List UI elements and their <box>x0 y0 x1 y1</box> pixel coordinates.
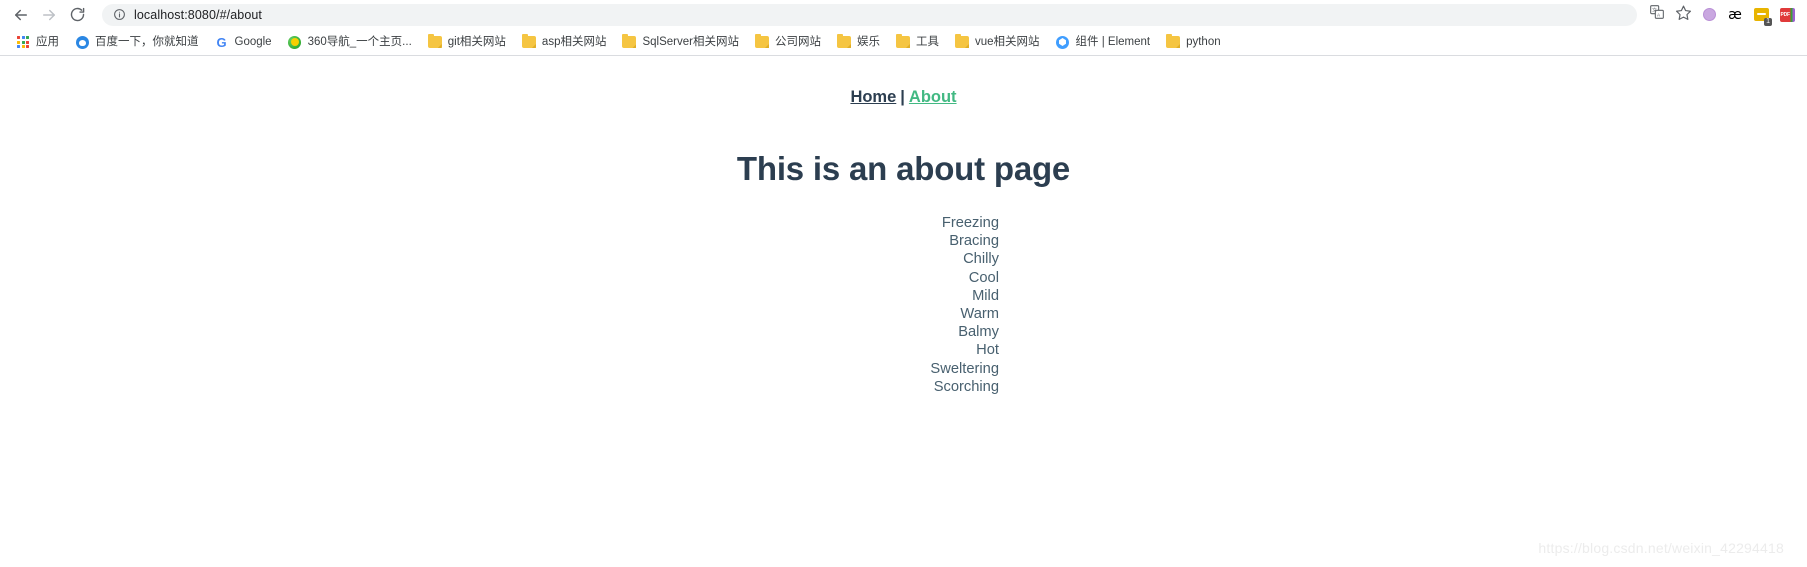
pdf-label: PDF <box>1780 11 1791 18</box>
bookmark-label: 百度一下，你就知道 <box>95 36 199 48</box>
bookmark-label: SqlServer相关网站 <box>642 36 739 48</box>
list-item-label: Mild <box>972 287 999 304</box>
bookmark-label: 娱乐 <box>856 36 880 48</box>
bookmark-label: Google <box>234 36 272 48</box>
baidu-icon <box>75 35 89 49</box>
list-item-label: Hot <box>976 342 999 359</box>
nav360-icon <box>288 35 302 49</box>
bookmark-label: 360导航_一个主页... <box>307 36 412 48</box>
bookmark-asp-sites[interactable]: asp相关网站 <box>514 31 615 53</box>
extension-pdf-icon: PDF <box>1779 7 1795 22</box>
apps-grid-icon <box>16 35 30 49</box>
bookmark-label: vue相关网站 <box>974 36 1040 48</box>
browser-chrome: localhost:8080/#/about 文 A æ 1 PDF 应用 百度… <box>0 0 1807 56</box>
back-button[interactable] <box>8 2 34 28</box>
page-title: This is an about page <box>736 150 1071 187</box>
list-item-label: Chilly <box>963 251 999 268</box>
weather-summary-list: Freezing Bracing Chilly Cool Mild Warm B… <box>0 214 1807 396</box>
list-item-label: Scorching <box>933 378 999 395</box>
bookmark-entertainment[interactable]: 娱乐 <box>829 31 888 53</box>
bookmark-label: 公司网站 <box>774 36 821 48</box>
list-item: Chilly <box>40 250 1807 268</box>
extension-notes-button[interactable]: 1 <box>1749 3 1773 27</box>
bookmark-star-icon <box>1675 4 1692 26</box>
svg-text:文: 文 <box>1652 7 1657 14</box>
list-item: Mild <box>40 287 1807 305</box>
bookmarks-bar: 应用 百度一下，你就知道 G Google 360导航_一个主页... git相… <box>0 29 1807 55</box>
element-ui-icon <box>1056 35 1070 49</box>
list-item: Sweltering <box>40 360 1807 378</box>
list-item-label: Cool <box>968 269 999 286</box>
extension-ae-icon: æ <box>1728 6 1742 23</box>
bookmark-label: 工具 <box>915 36 939 48</box>
list-item: Cool <box>40 269 1807 287</box>
nav-separator: | <box>900 88 905 106</box>
profile-button[interactable] <box>1697 3 1721 27</box>
folder-icon <box>754 34 769 49</box>
folder-icon <box>836 34 851 49</box>
bookmark-vue-sites[interactable]: vue相关网站 <box>947 31 1048 53</box>
list-item-label: Sweltering <box>930 360 999 377</box>
forward-arrow-icon <box>40 6 58 24</box>
list-item: Balmy <box>40 323 1807 341</box>
bookmark-element-components[interactable]: 组件 | Element <box>1048 31 1159 53</box>
list-item: Bracing <box>40 232 1807 250</box>
toolbar-actions: 文 A æ 1 PDF <box>1645 3 1799 27</box>
extension-ae-button[interactable]: æ <box>1723 3 1747 27</box>
browser-toolbar: localhost:8080/#/about 文 A æ 1 PDF <box>0 0 1807 29</box>
folder-icon <box>895 34 910 49</box>
translate-button[interactable]: 文 A <box>1645 3 1669 27</box>
bookmark-label: python <box>1186 36 1221 48</box>
list-item: Warm <box>40 305 1807 323</box>
bookmark-360nav[interactable]: 360导航_一个主页... <box>280 31 420 53</box>
bookmark-google[interactable]: G Google <box>207 31 280 53</box>
extension-badge-count: 1 <box>1764 17 1772 26</box>
list-item-label: Balmy <box>958 324 999 341</box>
list-item-label: Freezing <box>941 215 999 231</box>
list-item: Freezing <box>40 214 1807 232</box>
nav-link-about[interactable]: About <box>909 88 957 106</box>
avatar <box>1702 8 1716 21</box>
folder-icon <box>954 34 969 49</box>
bookmark-label: asp相关网站 <box>541 36 607 48</box>
bookmark-git-sites[interactable]: git相关网站 <box>420 31 514 53</box>
bookmark-star-button[interactable] <box>1671 3 1695 27</box>
reload-button[interactable] <box>64 2 90 28</box>
bookmark-sqlserver-sites[interactable]: SqlServer相关网站 <box>614 31 747 53</box>
folder-icon <box>521 34 536 49</box>
forward-button[interactable] <box>36 2 62 28</box>
bookmark-company-site[interactable]: 公司网站 <box>747 31 829 53</box>
list-item-label: Bracing <box>949 233 999 250</box>
bookmark-tools[interactable]: 工具 <box>888 31 947 53</box>
google-g-icon: G <box>216 34 227 50</box>
bookmark-label: git相关网站 <box>447 36 506 48</box>
nav-link-home[interactable]: Home <box>850 88 896 106</box>
bookmark-label: 应用 <box>36 36 59 48</box>
back-arrow-icon <box>12 6 30 24</box>
app-nav: Home | About <box>0 56 1807 107</box>
list-item-label: Warm <box>960 306 999 323</box>
bookmark-python[interactable]: python <box>1158 31 1229 53</box>
page-viewport: Home | About This is an about page Freezin… <box>0 56 1807 566</box>
bookmark-baidu[interactable]: 百度一下，你就知道 <box>67 31 207 53</box>
info-circle-icon[interactable] <box>112 8 126 22</box>
bookmark-apps[interactable]: 应用 <box>8 31 67 53</box>
translate-icon: 文 A <box>1649 4 1665 25</box>
list-item: Hot <box>40 341 1807 359</box>
list-item: Scorching <box>40 378 1807 396</box>
reload-icon <box>69 6 86 23</box>
address-bar[interactable]: localhost:8080/#/about <box>102 3 1637 26</box>
watermark: https://blog.csdn.net/weixin_42294418 <box>1538 540 1784 556</box>
address-bar-url: localhost:8080/#/about <box>134 7 262 22</box>
folder-icon <box>622 34 637 49</box>
folder-icon <box>1166 34 1181 49</box>
extension-pdf-button[interactable]: PDF <box>1775 3 1799 27</box>
bookmark-label: 组件 | Element <box>1075 36 1151 48</box>
folder-icon <box>427 34 442 49</box>
